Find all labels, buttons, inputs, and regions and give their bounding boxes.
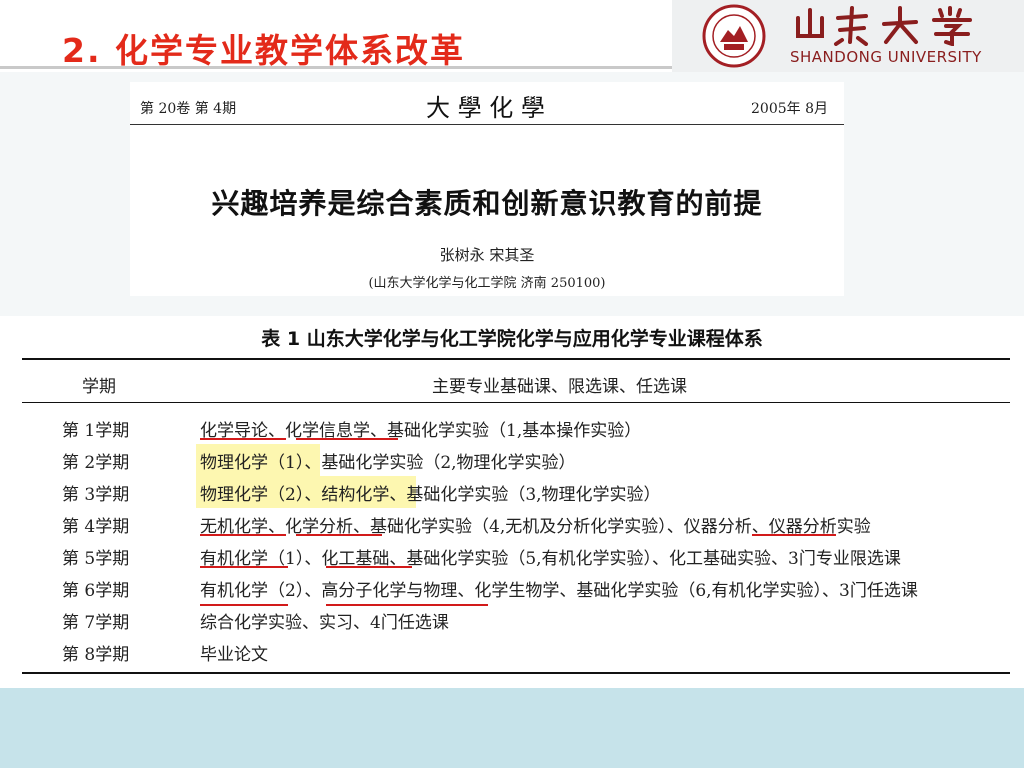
row-term: 第 1学期 xyxy=(62,421,130,441)
article-authors: 张树永 宋其圣 xyxy=(439,246,535,264)
row-term: 第 5学期 xyxy=(62,549,130,569)
row-term: 第 6学期 xyxy=(62,581,130,601)
table-bottom-rule xyxy=(22,672,1010,674)
table-top-rule xyxy=(22,358,1010,360)
column-header-courses: 主要专业基础课、限选课、任选课 xyxy=(432,377,687,397)
row-courses: 毕业论文 xyxy=(200,645,268,665)
table-row: 第 4学期 无机化学、化学分析、基础化学实验（4,无机及分析化学实验）、仪器分析… xyxy=(0,508,1024,540)
header-divider xyxy=(0,66,672,69)
underline-chem-engineering xyxy=(326,566,412,568)
table-row: 第 3学期 物理化学（2）、结构化学、基础化学实验（3,物理化学实验） xyxy=(0,476,1024,508)
row-term: 第 8学期 xyxy=(62,645,130,665)
article-header-scan: 第 20卷 第 4期 大 學 化 學 2005年 8月 兴趣培养是综合素质和创新… xyxy=(130,82,844,296)
column-header-term: 学期 xyxy=(82,377,116,397)
row-courses: 综合化学实验、实习、4门任选课 xyxy=(200,613,449,633)
table-row: 第 1学期 化学导论、化学信息学、基础化学实验（1,基本操作实验） xyxy=(0,412,1024,444)
table-row: 第 8学期 毕业论文 xyxy=(0,636,1024,668)
footer-band xyxy=(0,688,1024,768)
row-term: 第 3学期 xyxy=(62,485,130,505)
calligraphy-logo-icon xyxy=(796,6,972,46)
article-affiliation: (山东大学化学与化工学院 济南 250100) xyxy=(368,276,606,291)
underline-inorganic-chem xyxy=(200,534,286,536)
underline-analytical-chem xyxy=(296,534,382,536)
underline-chem-informatics xyxy=(296,438,398,440)
underline-organic-chem-2 xyxy=(200,604,288,606)
university-english-name: SHANDONG UNIVERSITY xyxy=(790,48,982,66)
row-term: 第 4学期 xyxy=(62,517,130,537)
underline-instrumental-analysis xyxy=(752,534,836,536)
table-row: 第 6学期 有机化学（2）、高分子化学与物理、化学生物学、基础化学实验（6,有机… xyxy=(0,572,1024,604)
table-caption: 表 1 山东大学化学与化工学院化学与应用化学专业课程体系 xyxy=(261,328,763,350)
university-logo: SHANDONG UNIVERSITY xyxy=(672,0,1024,72)
underline-intro-chem xyxy=(200,438,286,440)
row-term: 第 2学期 xyxy=(62,453,130,473)
table-row: 第 5学期 有机化学（1）、化工基础、基础化学实验（5,有机化学实验）、化工基础… xyxy=(0,540,1024,572)
publication-date: 2005年 8月 xyxy=(751,101,828,117)
underline-polymer-chem xyxy=(326,604,488,606)
underline-organic-chem-1 xyxy=(200,566,288,568)
journal-volume: 第 20卷 第 4期 xyxy=(140,101,237,117)
row-courses: 物理化学（2）、结构化学、基础化学实验（3,物理化学实验） xyxy=(200,485,661,505)
table-row: 第 7学期 综合化学实验、实习、4门任选课 xyxy=(0,604,1024,636)
article-title: 兴趣培养是综合素质和创新意识教育的前提 xyxy=(211,187,763,220)
table-row: 第 2学期 物理化学（1）、基础化学实验（2,物理化学实验） xyxy=(0,444,1024,476)
row-courses: 有机化学（1）、化工基础、基础化学实验（5,有机化学实验）、化工基础实验、3门专… xyxy=(200,549,901,569)
row-courses: 物理化学（1）、基础化学实验（2,物理化学实验） xyxy=(200,453,576,473)
journal-name: 大 學 化 學 xyxy=(426,94,545,122)
article-header-rule xyxy=(130,124,844,125)
slide-header: 2. 化学专业教学体系改革 SHANDONG UNIVERSITY xyxy=(0,0,1024,72)
slide-title: 2. 化学专业教学体系改革 xyxy=(62,31,465,70)
row-term: 第 7学期 xyxy=(62,613,130,633)
table-header-rule xyxy=(22,402,1010,403)
curriculum-table: 表 1 山东大学化学与化工学院化学与应用化学专业课程体系 学期 主要专业基础课、… xyxy=(0,316,1024,688)
university-seal-icon xyxy=(702,4,766,68)
row-courses: 有机化学（2）、高分子化学与物理、化学生物学、基础化学实验（6,有机化学实验）、… xyxy=(200,581,918,601)
